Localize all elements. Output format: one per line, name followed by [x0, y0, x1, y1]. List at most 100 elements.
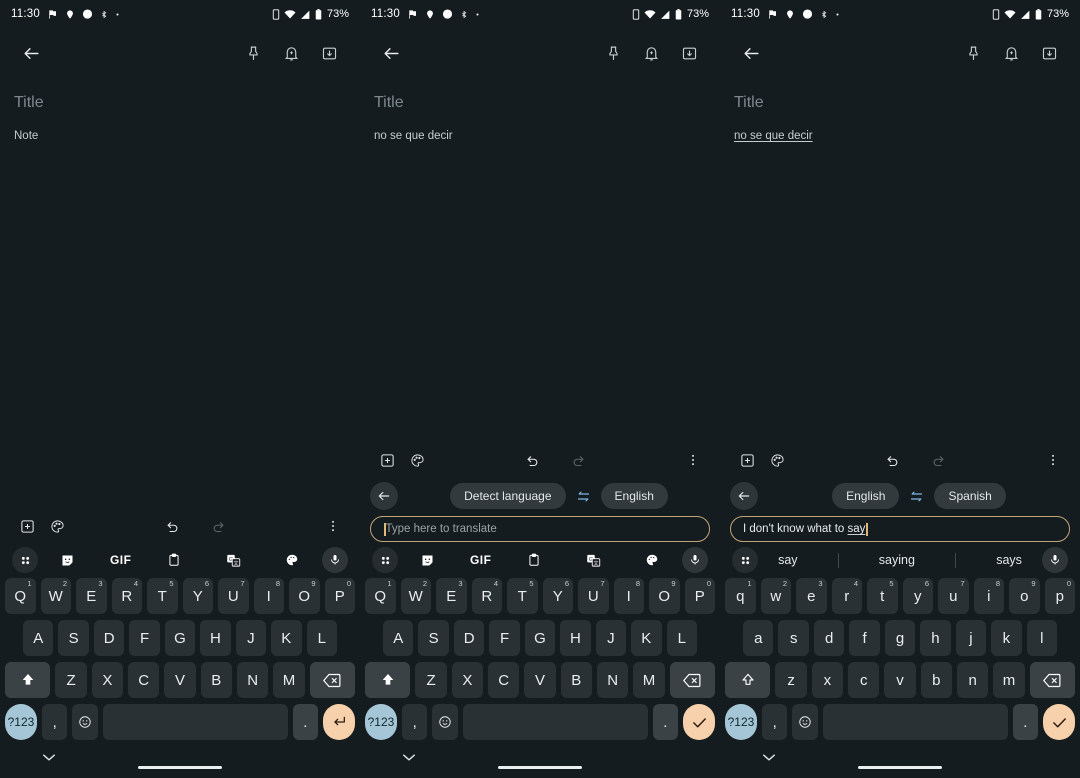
period-key[interactable]: .	[652, 704, 679, 740]
key-j[interactable]: j	[955, 620, 987, 656]
key-y[interactable]: 6Y	[182, 578, 213, 614]
suggestion-2[interactable]: saying	[879, 553, 915, 567]
key-y[interactable]: 6Y	[542, 578, 573, 614]
emoji-icon[interactable]	[432, 704, 459, 740]
key-m[interactable]: M	[273, 662, 305, 698]
key-f[interactable]: f	[849, 620, 880, 656]
note-text-field[interactable]: Note	[14, 128, 346, 144]
key-f[interactable]: F	[129, 620, 160, 656]
key-q[interactable]: 1Q	[5, 578, 36, 614]
key-f[interactable]: F	[489, 620, 520, 656]
chevron-down-icon[interactable]	[42, 753, 56, 762]
key-b[interactable]: B	[560, 662, 592, 698]
key-n[interactable]: N	[596, 662, 629, 698]
clipboard-icon[interactable]	[157, 543, 191, 577]
period-key[interactable]: .	[1012, 704, 1039, 740]
key-h[interactable]: h	[920, 620, 951, 656]
key-s[interactable]: s	[778, 620, 809, 656]
key-a[interactable]: A	[23, 620, 54, 656]
gif-button[interactable]: GIF	[110, 553, 132, 567]
key-x[interactable]: X	[91, 662, 124, 698]
key-h[interactable]: H	[200, 620, 231, 656]
shift-icon[interactable]	[725, 662, 771, 698]
pin-icon[interactable]	[234, 34, 272, 72]
key-v[interactable]: v	[884, 662, 916, 698]
mic-icon[interactable]	[682, 547, 708, 573]
key-o[interactable]: 9o	[1009, 578, 1040, 614]
redo-icon[interactable]	[923, 445, 953, 475]
key-w[interactable]: 2w	[760, 578, 791, 614]
overflow-menu-icon[interactable]	[318, 511, 348, 541]
pin-icon[interactable]	[594, 34, 632, 72]
space-key[interactable]	[103, 704, 288, 740]
comma-key[interactable]: ,	[401, 704, 428, 740]
note-text-field[interactable]: no se que decir	[734, 128, 1066, 144]
key-d[interactable]: d	[813, 620, 845, 656]
key-t[interactable]: 5T	[507, 578, 538, 614]
comma-key[interactable]: ,	[761, 704, 788, 740]
backspace-icon[interactable]	[669, 662, 715, 698]
note-text-field[interactable]: no se que decir	[374, 128, 706, 144]
key-b[interactable]: B	[200, 662, 232, 698]
grid-icon[interactable]	[732, 547, 758, 573]
source-language-chip[interactable]: English	[832, 483, 900, 509]
key-m[interactable]: m	[993, 662, 1025, 698]
symbols-key[interactable]: ?123	[5, 704, 37, 740]
translate-input-2[interactable]: Type here to translate	[370, 516, 710, 542]
gif-button[interactable]: GIF	[470, 553, 492, 567]
grid-icon[interactable]	[12, 547, 38, 573]
key-k[interactable]: K	[631, 620, 662, 656]
key-m[interactable]: M	[633, 662, 665, 698]
key-t[interactable]: 5t	[867, 578, 898, 614]
key-n[interactable]: N	[236, 662, 269, 698]
key-e[interactable]: 3E	[436, 578, 467, 614]
key-x[interactable]: X	[451, 662, 484, 698]
key-b[interactable]: b	[920, 662, 952, 698]
translate-icon[interactable]: G文	[216, 543, 250, 577]
source-language-chip[interactable]: Detect language	[450, 483, 566, 509]
key-d[interactable]: D	[453, 620, 485, 656]
back-arrow-icon[interactable]	[372, 34, 410, 72]
enter-icon[interactable]	[323, 704, 356, 740]
reminder-bell-icon[interactable]	[272, 34, 310, 72]
clipboard-icon[interactable]	[517, 543, 551, 577]
key-n[interactable]: n	[956, 662, 989, 698]
space-key[interactable]	[463, 704, 648, 740]
add-icon[interactable]	[732, 445, 762, 475]
key-u[interactable]: 7U	[218, 578, 249, 614]
key-k[interactable]: K	[271, 620, 302, 656]
key-p[interactable]: 0P	[684, 578, 715, 614]
key-q[interactable]: 1Q	[365, 578, 396, 614]
grid-icon[interactable]	[372, 547, 398, 573]
key-j[interactable]: J	[595, 620, 627, 656]
archive-icon[interactable]	[1030, 34, 1068, 72]
undo-icon[interactable]	[517, 445, 547, 475]
key-a[interactable]: A	[383, 620, 414, 656]
emoji-icon[interactable]	[72, 704, 99, 740]
key-t[interactable]: 5T	[147, 578, 178, 614]
shift-icon[interactable]	[365, 662, 411, 698]
key-u[interactable]: 7U	[578, 578, 609, 614]
key-r[interactable]: 4r	[831, 578, 862, 614]
archive-icon[interactable]	[310, 34, 348, 72]
key-g[interactable]: G	[524, 620, 556, 656]
home-gesture-bar[interactable]	[498, 765, 582, 769]
key-h[interactable]: H	[560, 620, 591, 656]
key-r[interactable]: 4R	[111, 578, 142, 614]
symbols-key[interactable]: ?123	[725, 704, 757, 740]
home-gesture-bar[interactable]	[138, 765, 222, 769]
translate-input-3[interactable]: I don't know what to say	[730, 516, 1070, 542]
key-a[interactable]: a	[743, 620, 774, 656]
key-g[interactable]: G	[164, 620, 196, 656]
chevron-down-icon[interactable]	[402, 753, 416, 762]
note-title-field[interactable]: Title	[734, 92, 1066, 114]
symbols-key[interactable]: ?123	[365, 704, 397, 740]
key-z[interactable]: Z	[55, 662, 87, 698]
backspace-icon[interactable]	[1029, 662, 1075, 698]
key-s[interactable]: S	[58, 620, 89, 656]
reminder-bell-icon[interactable]	[992, 34, 1030, 72]
note-title-field[interactable]: Title	[374, 92, 706, 114]
undo-icon[interactable]	[157, 511, 187, 541]
key-w[interactable]: 2W	[40, 578, 71, 614]
mic-icon[interactable]	[322, 547, 348, 573]
